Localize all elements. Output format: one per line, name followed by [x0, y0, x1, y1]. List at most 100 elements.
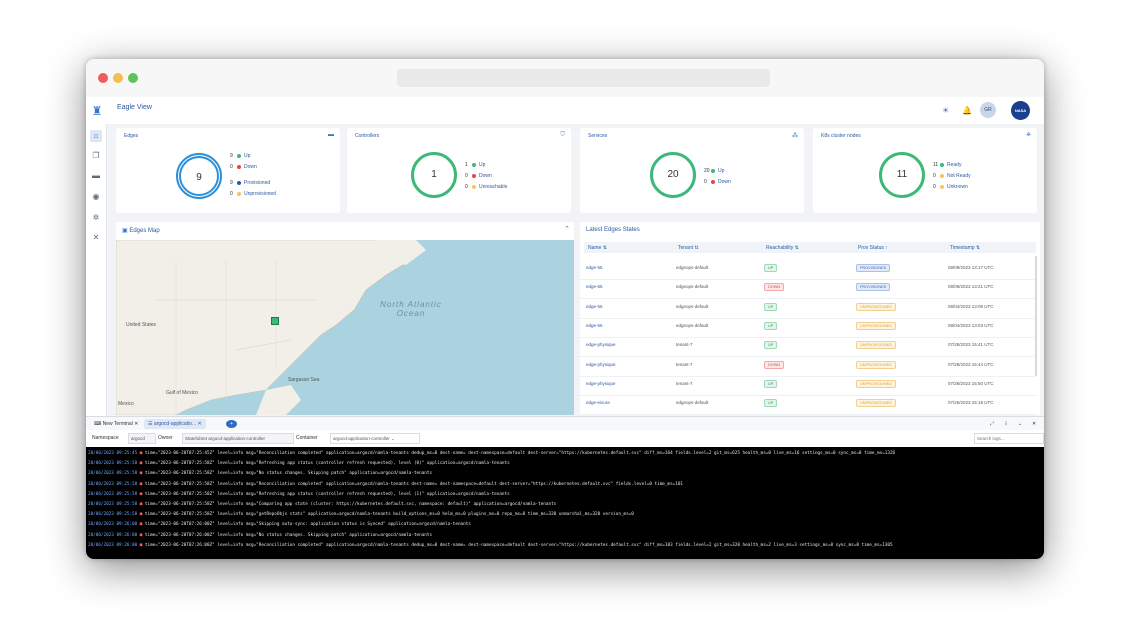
log-message: time="2023-06-20T07:25:58Z" level=info m… [144, 461, 510, 467]
reachability-badge: UP [764, 341, 778, 350]
cell-name: edge-55 [586, 284, 603, 290]
home-icon[interactable]: ⌂ [90, 130, 102, 142]
col-name[interactable]: Name ⇅ [588, 245, 607, 251]
map-label-gulf: Gulf of Mexico [166, 390, 198, 396]
stat-ready: 11 Ready [933, 162, 962, 168]
layers-icon[interactable]: ❐ [90, 150, 102, 162]
card-title: Edges [124, 133, 139, 139]
cell-name: edge-physique [586, 342, 616, 348]
table-row[interactable]: edge-55 edgeops-default UP PROVISIONED 08/09… [580, 264, 1036, 280]
namespace-select[interactable]: argocd [128, 433, 156, 444]
panel-title: Latest Edges States [586, 227, 640, 233]
eagle-logo-icon[interactable]: ♜ [90, 103, 104, 119]
cell-name: edge-physique [586, 380, 616, 386]
prov-status-badge: UNPROVISIONED [856, 302, 896, 311]
col-reachability[interactable]: Reachability ⇅ [766, 245, 799, 251]
log-timestamp: 20/06/2023 09:25:58 [88, 471, 138, 477]
log-line: 20/06/2023 09:26:00 ■ time="2023-06-20T0… [88, 533, 432, 538]
log-line: 20/06/2023 09:25:58 ■ time="2023-06-20T0… [88, 482, 683, 487]
minimize-icon[interactable]: ⌄ [1014, 419, 1026, 429]
total-ring: 1 [411, 152, 457, 198]
nasa-logo: NASA [1011, 101, 1030, 120]
router-icon: ▬ [328, 132, 334, 138]
sidebar: ⌂ ❐ ▬ ◉ ✲ ✕ [86, 124, 107, 424]
app-header: ♜ Eagle View ☀ 🔔 GR NASA [86, 97, 1044, 124]
edges-map-panel: ▣ Edges Map ⌃ United States North Atlant… [116, 222, 574, 415]
prov-status-badge: PROVISIONED [856, 283, 891, 292]
cell-timestamp: 08/09/2023 13:21 UTC [948, 284, 994, 290]
reachability-badge: UP [764, 379, 778, 388]
cell-tenant: edgeops-default [676, 322, 709, 328]
log-level-icon: ■ [137, 532, 145, 538]
map-label-sargasso: Sargasso Sea [288, 377, 320, 383]
avatar[interactable]: GR [980, 102, 996, 118]
map-canvas[interactable]: United States North Atlantic Ocean Gulf … [116, 240, 574, 415]
table-row[interactable]: edge-55 edgeops-default UP UNPROVISIONED 08/… [580, 321, 1036, 338]
cell-name: edge-55 [586, 303, 603, 309]
cell-tenant: tenant-7 [676, 361, 693, 367]
terminal-output[interactable]: 20/06/2023 09:25:45 ■ time="2023-06-20T0… [86, 447, 1044, 559]
kubernetes-icon: ⎈ [1026, 132, 1031, 138]
stat-down: 0 Down [465, 173, 492, 179]
browser-chrome [86, 59, 1044, 97]
stat-unknown: 0 Unknown [933, 184, 968, 190]
table-row[interactable]: edge-physique tenant-7 UP UNPROVISIONED 07/2… [580, 341, 1036, 358]
log-message: time="2023-06-20T07:26:00Z" level=info m… [144, 522, 471, 528]
stat-unreachable: 0 Unreachable [465, 184, 508, 190]
col-timestamp[interactable]: Timestamp ⇅ [950, 245, 980, 251]
col-tenant[interactable]: Tenant ⇅ [678, 245, 699, 251]
col-prov-status[interactable]: Prov Status ↑ [858, 245, 888, 251]
prov-status-badge: UNPROVISIONED [856, 321, 896, 330]
table-row[interactable]: edge-physique tenant-7 UP UNPROVISIONED 07/2… [580, 379, 1036, 396]
log-timestamp: 20/06/2023 09:26:00 [88, 542, 138, 548]
log-level-icon: ■ [137, 461, 145, 467]
search-logs-input[interactable] [974, 433, 1044, 444]
theme-toggle-icon[interactable]: ☀ [942, 106, 949, 115]
log-timestamp: 20/06/2023 09:25:58 [88, 491, 138, 497]
owner-select[interactable]: StatefulSet argocd-application-controlle… [182, 433, 294, 444]
log-message: time="2023-06-20T07:25:58Z" level=info m… [144, 481, 684, 487]
log-level-icon: ■ [137, 491, 145, 497]
tab-argocd-logs[interactable]: ☰ argocd-applicatio... ✕ [144, 419, 206, 429]
table-row[interactable]: edge-55 edgeops-default UP UNPROVISIONED 08/… [580, 302, 1036, 319]
tools-icon[interactable]: ✕ [90, 232, 102, 244]
bell-icon[interactable]: 🔔 [962, 106, 972, 115]
close-window-button[interactable] [98, 73, 108, 83]
panel-title: ▣ Edges Map [122, 228, 160, 234]
log-timestamp: 20/06/2023 09:26:00 [88, 522, 138, 528]
maximize-window-button[interactable] [128, 73, 138, 83]
tab-new-terminal[interactable]: ⌨ New Terminal ✕ [90, 419, 142, 429]
log-message: time="2023-06-20T07:26:00Z" level=info m… [144, 542, 893, 548]
log-message: time="2023-06-20T07:25:58Z" level=info m… [144, 512, 634, 518]
total-ring: 20 [650, 152, 696, 198]
card-k8s-nodes: K8s cluster nodes ⎈ 11 11 Ready 0 Not Read… [813, 128, 1037, 213]
address-bar[interactable] [397, 69, 770, 87]
collapse-icon[interactable]: ⌃ [564, 225, 570, 233]
gauge-icon[interactable]: ◉ [90, 191, 102, 203]
minimize-window-button[interactable] [113, 73, 123, 83]
add-tab-button[interactable]: + [226, 420, 237, 428]
router-icon[interactable]: ▬ [90, 170, 102, 182]
table-row[interactable]: edge-55 edgeops-default DOWN PROVISIONED 08/… [580, 283, 1036, 300]
total-value: 1 [431, 169, 437, 180]
stat-down: 0 Down [704, 179, 731, 185]
edge-marker[interactable] [271, 317, 279, 325]
card-title: Controllers [355, 133, 380, 139]
scrollbar[interactable] [1035, 256, 1037, 376]
download-icon[interactable]: ⇩ [1000, 419, 1012, 429]
log-message: time="2023-06-20T07:25:45Z" level=info m… [144, 451, 896, 456]
total-value: 11 [896, 169, 908, 180]
terminal-toolbar: Namespace argocd Owner StatefulSet argoc… [86, 430, 1044, 448]
table-row[interactable]: edge-eivura edgeops-default UP UNPROVISIONE… [580, 399, 1036, 416]
latest-edges-panel: Latest Edges States Name ⇅ Tenant ⇅ Reac… [580, 222, 1040, 416]
close-icon[interactable]: ✕ [1028, 419, 1040, 429]
maximize-icon[interactable]: ⤢ [986, 419, 998, 429]
browser-window: ♜ Eagle View ☀ 🔔 GR NASA ⌂ ❐ ▬ ◉ ✲ ✕ Edg… [86, 59, 1044, 559]
table-row[interactable]: edge-physique tenant-7 DOWN UNPROVISIONED 07… [580, 360, 1036, 377]
total-ring: 11 [879, 152, 925, 198]
cell-tenant: edgeops-default [676, 400, 709, 406]
container-label: Container [296, 435, 318, 441]
container-select[interactable]: argocd-application-controller ⌄ [330, 433, 420, 444]
cog-icon[interactable]: ✲ [90, 212, 102, 224]
cell-timestamp: 08/04/2023 13:03 UTC [948, 322, 994, 328]
